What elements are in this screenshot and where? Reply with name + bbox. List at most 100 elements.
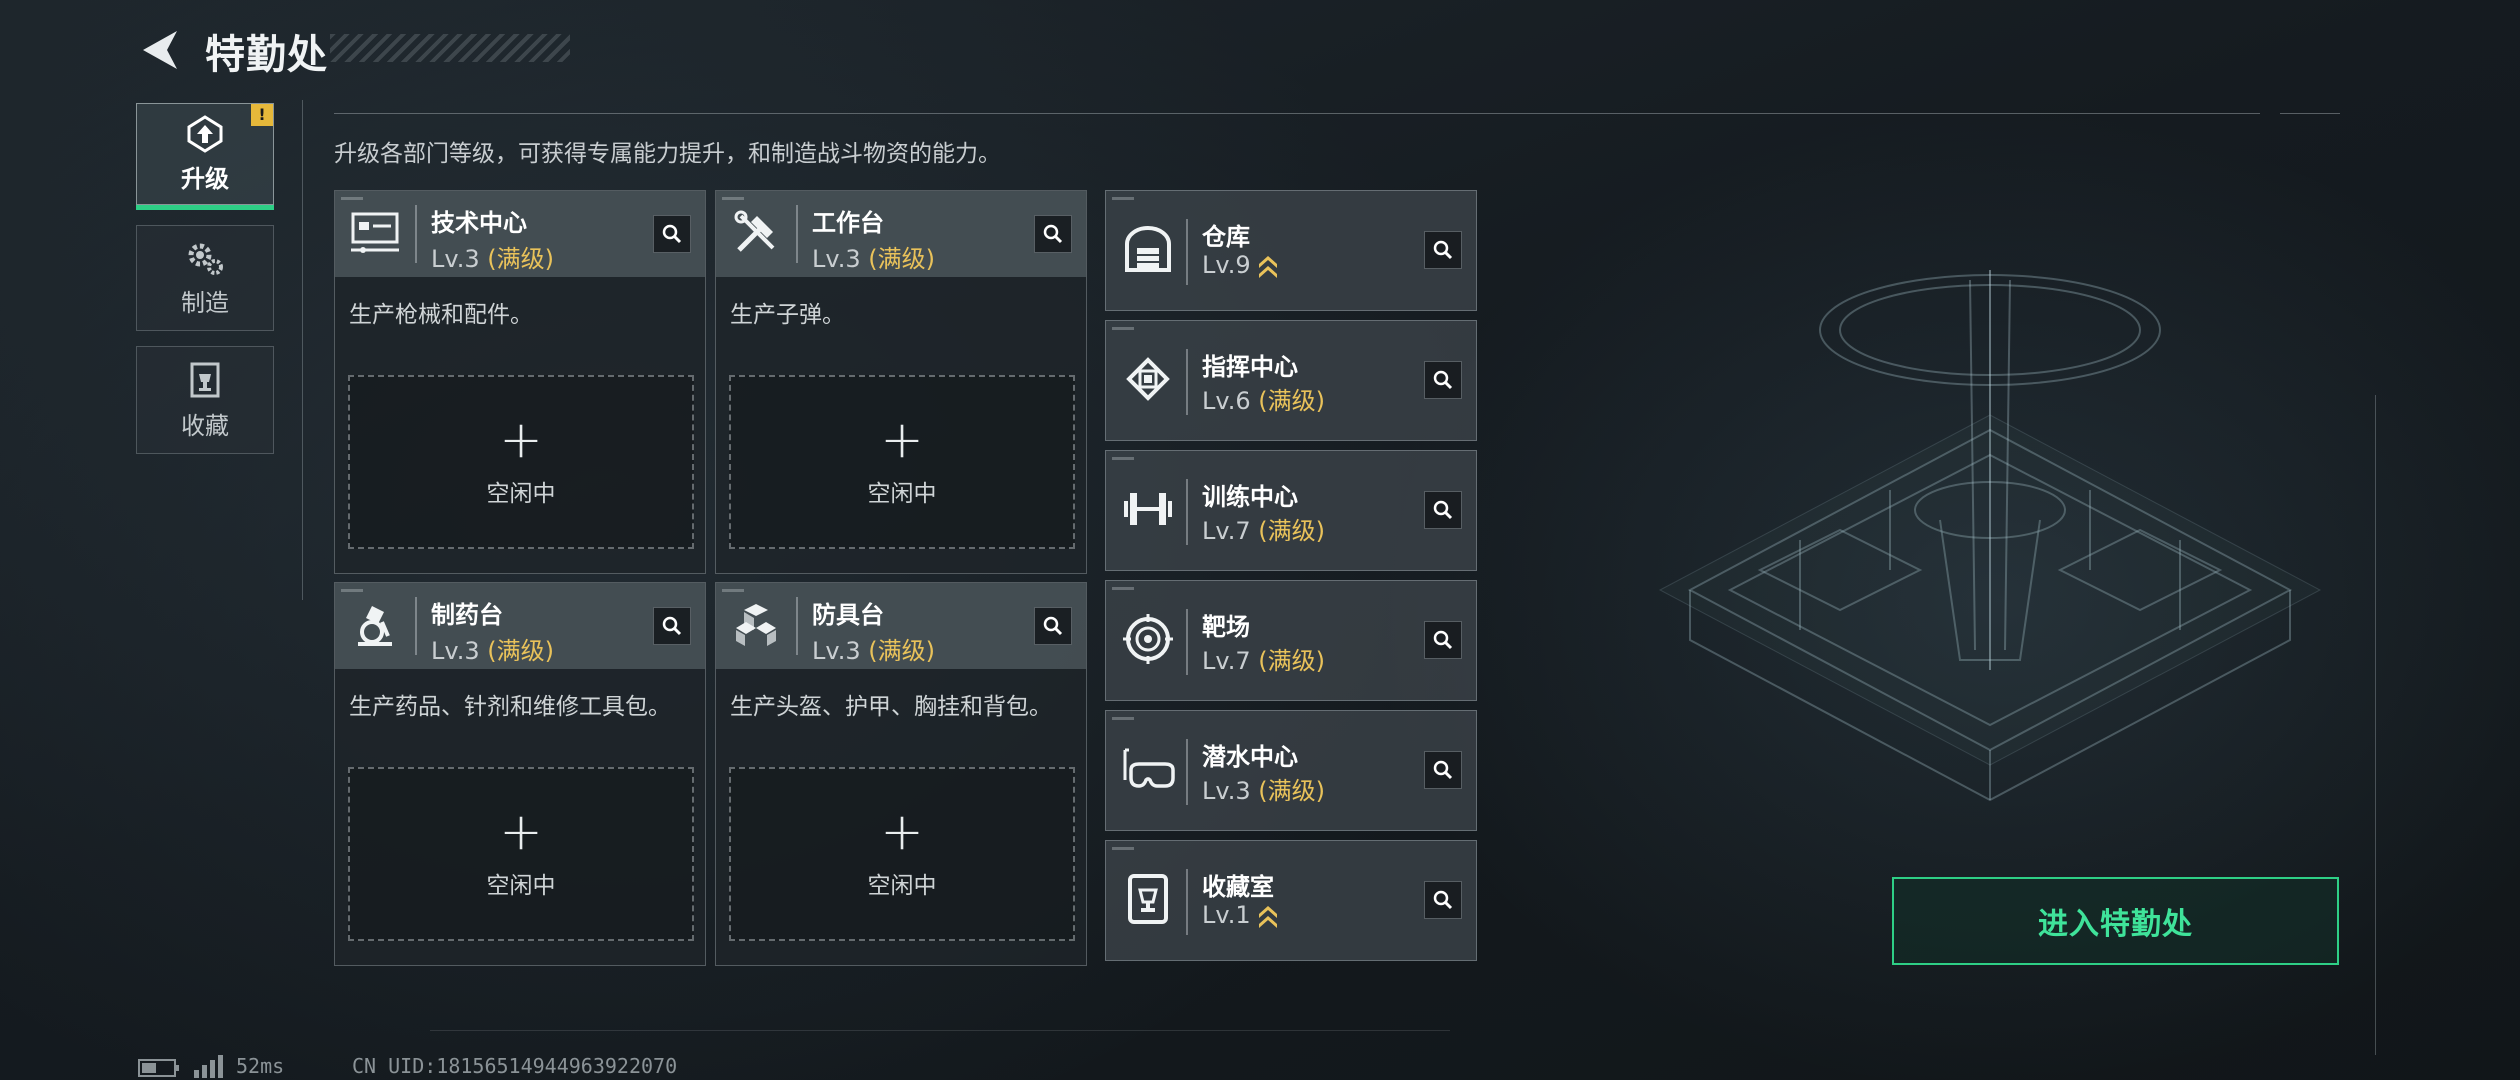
inspect-button[interactable] — [653, 607, 691, 645]
sidebar-item-label: 收藏 — [181, 411, 229, 440]
sidebar-item-label: 升级 — [181, 164, 229, 193]
card-description: 生产头盔、护甲、胸挂和背包。 — [730, 694, 1052, 720]
search-icon — [1433, 630, 1453, 650]
search-icon — [1433, 500, 1453, 520]
search-icon — [662, 224, 682, 244]
sidebar-item-label: 制造 — [181, 288, 229, 317]
diving-mask-icon — [1118, 739, 1178, 799]
inspect-button[interactable] — [1424, 231, 1462, 269]
plus-icon: + — [880, 802, 924, 862]
slot-status: 空闲中 — [486, 481, 556, 507]
search-icon — [662, 616, 682, 636]
search-icon — [1043, 224, 1063, 244]
bottom-divider — [430, 1030, 1450, 1031]
inspect-button[interactable] — [1034, 215, 1072, 253]
inspect-button[interactable] — [1424, 491, 1462, 529]
max-level-label: (满级) — [1258, 517, 1325, 545]
content-left-divider — [302, 100, 303, 600]
card-level: Lv.3 (满级) — [812, 631, 935, 666]
plus-icon: + — [499, 802, 543, 862]
facility-card-command-center[interactable]: 指挥中心 Lv.6 (满级) — [1105, 320, 1477, 441]
facility-card-training-center[interactable]: 训练中心 Lv.7 (满级) — [1105, 450, 1477, 571]
sidebar-item-upgrade[interactable]: ! 升级 — [136, 103, 274, 210]
production-slot[interactable]: + 空闲中 — [729, 375, 1075, 549]
production-slot[interactable]: + 空闲中 — [729, 767, 1075, 941]
back-button[interactable] — [130, 20, 190, 80]
card-decoration — [341, 589, 363, 592]
armor-icon — [726, 595, 786, 655]
card-title: 指挥中心 — [1202, 353, 1298, 381]
chip-icon — [1118, 349, 1178, 409]
inspect-button[interactable] — [1424, 881, 1462, 919]
microscope-icon — [345, 595, 405, 655]
card-separator — [1186, 219, 1188, 285]
facility-card-diving-center[interactable]: 潜水中心 Lv.3 (满级) — [1105, 710, 1477, 831]
level-text: Lv.3 — [1202, 777, 1251, 805]
level-text: Lv.6 — [1202, 387, 1251, 415]
card-title: 训练中心 — [1202, 483, 1298, 511]
sidebar-item-craft[interactable]: 制造 — [136, 225, 274, 331]
tech-center-icon — [345, 203, 405, 263]
card-level: Lv.3 (满级) — [431, 239, 554, 274]
card-title: 潜水中心 — [1202, 743, 1298, 771]
plus-icon: + — [880, 410, 924, 470]
card-separator — [415, 205, 417, 263]
card-header: 技术中心 Lv.3 (满级) — [335, 191, 705, 277]
target-icon — [1118, 609, 1178, 669]
card-description: 生产枪械和配件。 — [349, 302, 533, 328]
max-level-label: (满级) — [868, 245, 935, 273]
level-text: Lv.1 — [1202, 901, 1251, 929]
card-level: Lv.3 (满级) — [1202, 771, 1325, 806]
card-title: 工作台 — [812, 209, 884, 237]
card-decoration — [1112, 587, 1134, 590]
trophy-icon — [1118, 869, 1178, 929]
back-arrow-icon — [143, 31, 177, 69]
card-level: Lv.6 (满级) — [1202, 381, 1325, 416]
slot-status: 空闲中 — [867, 481, 937, 507]
card-title: 制药台 — [431, 601, 503, 629]
max-level-label: (满级) — [1258, 777, 1325, 805]
level-text: Lv.9 — [1202, 251, 1251, 279]
card-header: 制药台 Lv.3 (满级) — [335, 583, 705, 669]
level-text: Lv.7 — [1202, 517, 1251, 545]
card-title: 技术中心 — [431, 209, 527, 237]
card-separator — [415, 597, 417, 655]
card-level: Lv.3 (满级) — [431, 631, 554, 666]
production-slot[interactable]: + 空闲中 — [348, 767, 694, 941]
user-uid: CN UID:18156514944963922070 — [352, 1054, 678, 1078]
search-icon — [1433, 240, 1453, 260]
sidebar-item-collection[interactable]: 收藏 — [136, 346, 274, 454]
upgrade-available-icon — [1258, 256, 1277, 278]
decor-line-top-right — [2280, 113, 2340, 114]
card-level: Lv.9 — [1202, 251, 1279, 280]
plus-icon: + — [499, 410, 543, 470]
facility-card-collection-room[interactable]: 收藏室 Lv.1 — [1105, 840, 1477, 961]
trophy-icon — [190, 362, 220, 397]
upgrade-available-icon — [1258, 906, 1277, 928]
slot-status: 空闲中 — [867, 873, 937, 899]
card-separator — [1186, 739, 1188, 805]
battery-icon — [138, 1059, 179, 1077]
card-title: 仓库 — [1202, 223, 1250, 251]
card-header: 工作台 Lv.3 (满级) — [716, 191, 1086, 277]
card-decoration — [341, 197, 363, 200]
search-icon — [1433, 370, 1453, 390]
inspect-button[interactable] — [1424, 361, 1462, 399]
inspect-button[interactable] — [653, 215, 691, 253]
slot-status: 空闲中 — [486, 873, 556, 899]
facility-card-warehouse[interactable]: 仓库 Lv.9 — [1105, 190, 1477, 311]
card-level: Lv.1 — [1202, 901, 1279, 930]
production-slot[interactable]: + 空闲中 — [348, 375, 694, 549]
enter-special-ops-button[interactable]: 进入特勤处 — [1892, 877, 2339, 965]
card-title: 收藏室 — [1202, 873, 1274, 901]
card-description: 生产药品、针剂和维修工具包。 — [349, 694, 671, 720]
card-level: Lv.7 (满级) — [1202, 641, 1325, 676]
facility-card-shooting-range[interactable]: 靶场 Lv.7 (满级) — [1105, 580, 1477, 701]
card-separator — [1186, 479, 1188, 545]
inspect-button[interactable] — [1034, 607, 1072, 645]
card-decoration — [1112, 847, 1134, 850]
inspect-button[interactable] — [1424, 621, 1462, 659]
level-text: Lv.3 — [431, 245, 480, 273]
max-level-label: (满级) — [487, 637, 554, 665]
inspect-button[interactable] — [1424, 751, 1462, 789]
